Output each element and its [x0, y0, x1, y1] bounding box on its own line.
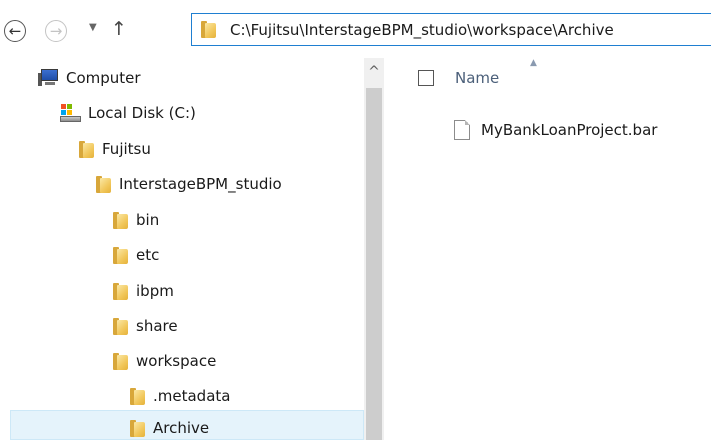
- folder-icon: [112, 211, 128, 229]
- tree-item-label: Local Disk (C:): [88, 104, 196, 122]
- tree-item-fujitsu[interactable]: Fujitsu: [78, 134, 151, 164]
- tree-item-label: ibpm: [136, 282, 174, 300]
- back-arrow-icon: ←: [8, 21, 22, 40]
- up-button[interactable]: ↑: [111, 18, 127, 40]
- folder-icon: [95, 175, 111, 193]
- tree-item-label: etc: [136, 246, 160, 264]
- select-all-checkbox[interactable]: [418, 70, 434, 86]
- tree-item-metadata[interactable]: .metadata: [129, 381, 230, 411]
- scroll-up-button[interactable]: ^: [364, 62, 384, 82]
- tree-item-workspace[interactable]: workspace: [112, 346, 216, 376]
- chevron-up-icon: ^: [368, 64, 380, 80]
- scroll-thumb[interactable]: [366, 88, 382, 440]
- tree-item-label: Archive: [153, 419, 210, 437]
- tree-item-etc[interactable]: etc: [112, 240, 159, 270]
- back-button[interactable]: ←: [4, 20, 26, 42]
- folder-icon: [112, 282, 128, 300]
- tree-item-local-disk[interactable]: Local Disk (C:): [60, 98, 196, 128]
- tree-item-label: .metadata: [153, 387, 231, 405]
- tree-item-label: InterstageBPM_studio: [119, 175, 282, 193]
- folder-icon: [129, 387, 145, 405]
- navigation-pane: Computer Local Disk (C:) Fujitsu Interst…: [0, 58, 394, 440]
- chevron-down-icon: ▼: [89, 22, 97, 33]
- tree-item-bin[interactable]: bin: [112, 205, 159, 235]
- folder-icon: [78, 140, 94, 158]
- tree-item-label: bin: [136, 211, 160, 229]
- sort-ascending-icon: ▲: [530, 58, 537, 68]
- up-arrow-icon: ↑: [111, 18, 127, 40]
- tree-item-share[interactable]: share: [112, 311, 178, 341]
- tree-item-computer[interactable]: Computer: [38, 63, 141, 93]
- folder-icon: [200, 21, 216, 38]
- tree-item-label: workspace: [136, 352, 217, 370]
- folder-icon: [112, 246, 128, 264]
- recent-locations-button[interactable]: ▼: [89, 22, 97, 33]
- tree-item-archive[interactable]: Archive: [129, 413, 209, 443]
- tree-item-ibpm[interactable]: ibpm: [112, 276, 174, 306]
- file-list-pane: ▲ Name MyBankLoanProject.bar: [394, 58, 711, 440]
- tree-item-label: share: [136, 317, 178, 335]
- computer-icon: [38, 69, 58, 87]
- forward-button[interactable]: →: [45, 20, 67, 42]
- file-icon: [454, 120, 470, 140]
- tree-item-label: Fujitsu: [102, 140, 151, 158]
- file-item[interactable]: MyBankLoanProject.bar: [454, 118, 657, 142]
- disk-icon: [60, 104, 82, 122]
- column-header-name[interactable]: Name: [455, 69, 499, 87]
- forward-arrow-icon: →: [49, 21, 63, 40]
- folder-icon: [129, 419, 145, 437]
- tree-item-interstagebpm-studio[interactable]: InterstageBPM_studio: [95, 169, 282, 199]
- folder-icon: [112, 352, 128, 370]
- folder-icon: [112, 317, 128, 335]
- file-name: MyBankLoanProject.bar: [481, 121, 658, 139]
- navigation-scrollbar[interactable]: ^: [364, 58, 384, 440]
- address-bar[interactable]: C:\Fujitsu\InterstageBPM_studio\workspac…: [191, 13, 711, 46]
- tree-item-label: Computer: [66, 69, 141, 87]
- address-path[interactable]: C:\Fujitsu\InterstageBPM_studio\workspac…: [230, 21, 614, 39]
